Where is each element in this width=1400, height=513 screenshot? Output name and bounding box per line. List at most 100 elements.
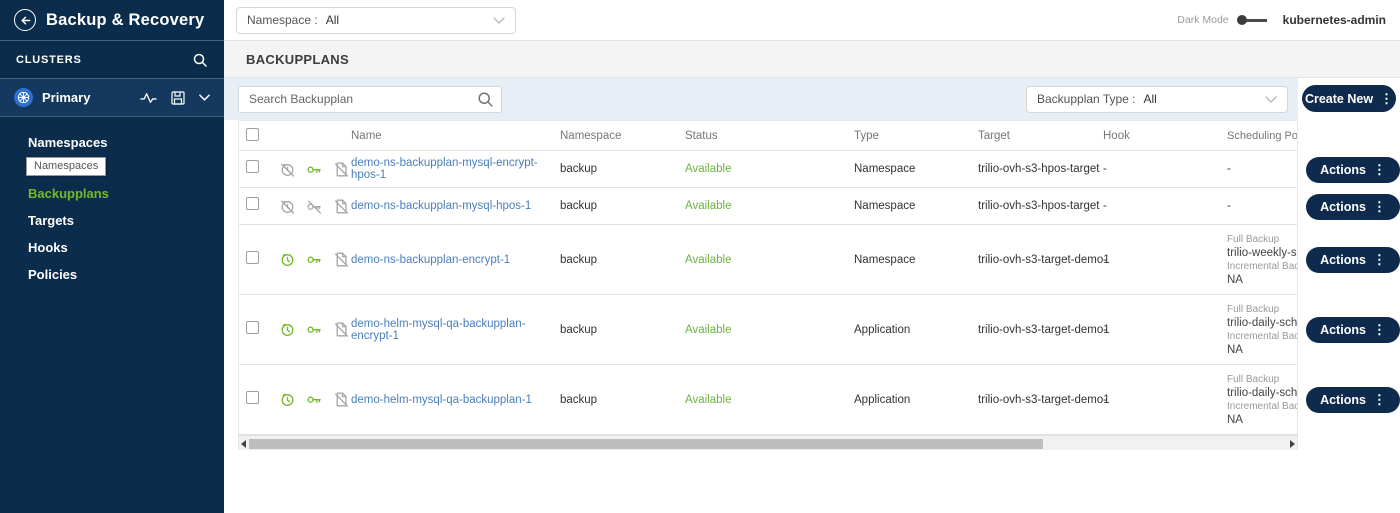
search-input[interactable] xyxy=(238,86,502,113)
file-icon xyxy=(333,321,350,338)
actions-button[interactable]: Actions⋮ xyxy=(1306,317,1400,343)
row-scheduling-policy: - xyxy=(1227,163,1298,175)
sidebar-item-backupplans[interactable]: Backupplans xyxy=(0,180,224,207)
row-namespace: backup xyxy=(560,324,685,336)
file-icon xyxy=(333,161,350,178)
backupplan-name-link[interactable]: demo-helm-mysql-qa-backupplan-1 xyxy=(351,394,532,406)
search-box xyxy=(238,86,502,113)
actions-label: Actions xyxy=(1320,163,1366,177)
app-header: Backup & Recovery xyxy=(0,0,224,41)
scheduling-policy-label: Incremental Backup xyxy=(1227,330,1298,343)
pulse-icon[interactable] xyxy=(140,91,157,105)
table-row: demo-helm-mysql-qa-backupplan-1 backup A… xyxy=(239,365,1297,435)
scroll-left-arrow-icon[interactable] xyxy=(241,440,246,448)
actions-button[interactable]: Actions⋮ xyxy=(1306,194,1400,220)
col-header-hook[interactable]: Hook xyxy=(1103,130,1227,142)
col-header-name[interactable]: Name xyxy=(351,130,560,142)
select-all-checkbox[interactable] xyxy=(246,128,259,141)
row-type: Application xyxy=(854,394,978,406)
back-icon[interactable] xyxy=(14,9,36,31)
actions-label: Actions xyxy=(1320,393,1366,407)
table-row: demo-ns-backupplan-mysql-encrypt-hpos-1 … xyxy=(239,151,1297,188)
actions-button[interactable]: Actions⋮ xyxy=(1306,247,1400,273)
schedule-icon xyxy=(279,321,296,338)
table-row: demo-ns-backupplan-encrypt-1 backup Avai… xyxy=(239,225,1297,295)
actions-column: Actions⋮Actions⋮Actions⋮Actions⋮Actions⋮ xyxy=(1298,120,1400,450)
user-menu[interactable]: kubernetes-admin xyxy=(1283,13,1386,27)
row-type: Application xyxy=(854,324,978,336)
kebab-menu-icon: ⋮ xyxy=(1373,252,1386,268)
encryption-key-icon xyxy=(306,251,323,268)
scrollbar-thumb[interactable] xyxy=(249,439,1043,449)
app-title: Backup & Recovery xyxy=(46,11,204,30)
backupplan-type-value: All xyxy=(1144,92,1157,106)
row-hook: - xyxy=(1103,394,1227,406)
filter-band: Backupplan Type : All xyxy=(224,78,1298,120)
backupplan-name-link[interactable]: demo-ns-backupplan-mysql-hpos-1 xyxy=(351,200,531,212)
row-type: Namespace xyxy=(854,200,978,212)
row-target: trilio-ovh-s3-target-demo1 xyxy=(978,324,1103,336)
file-icon xyxy=(333,251,350,268)
save-icon[interactable] xyxy=(171,91,185,105)
search-icon[interactable] xyxy=(477,91,494,108)
actions-button[interactable]: Actions⋮ xyxy=(1306,387,1400,413)
row-namespace: backup xyxy=(560,200,685,212)
backupplan-name-link[interactable]: demo-helm-mysql-qa-backupplan-encrypt-1 xyxy=(351,318,526,342)
scroll-right-arrow-icon[interactable] xyxy=(1290,440,1295,448)
dark-mode-toggle[interactable] xyxy=(1237,14,1267,26)
content: Name Namespace Status Type Target Hook S… xyxy=(238,120,1400,450)
row-checkbox[interactable] xyxy=(246,321,259,334)
main-area: Namespace : All Dark Mode kubernetes-adm… xyxy=(224,0,1400,513)
sidebar-item-namespaces[interactable]: Namespaces xyxy=(0,129,224,156)
row-hook: - xyxy=(1103,254,1227,266)
encryption-key-icon xyxy=(306,321,323,338)
backupplans-table: Name Namespace Status Type Target Hook S… xyxy=(238,120,1298,450)
create-new-button[interactable]: Create New ⋮ xyxy=(1302,85,1396,112)
chevron-down-icon xyxy=(1255,96,1277,103)
row-hook: - xyxy=(1103,163,1227,175)
namespace-filter-dropdown[interactable]: Namespace : All xyxy=(236,7,516,34)
row-checkbox[interactable] xyxy=(246,197,259,210)
row-hook: - xyxy=(1103,324,1227,336)
sidebar: Backup & Recovery CLUSTERS Primary Names… xyxy=(0,0,224,513)
col-header-scheduling-policy[interactable]: Scheduling Policy xyxy=(1227,130,1298,142)
dark-mode-label: Dark Mode xyxy=(1177,14,1228,26)
sidebar-item-policies[interactable]: Policies xyxy=(0,261,224,288)
table-header-row: Name Namespace Status Type Target Hook S… xyxy=(239,120,1297,151)
scheduling-policy-value: trilio-weekly-sche xyxy=(1227,246,1298,260)
scheduling-policy-label: Full Backup xyxy=(1227,373,1298,386)
chevron-down-icon[interactable] xyxy=(199,94,210,101)
encryption-key-icon xyxy=(306,198,323,215)
horizontal-scrollbar[interactable] xyxy=(239,435,1297,450)
status-badge: Available xyxy=(685,200,854,212)
kebab-menu-icon: ⋮ xyxy=(1373,162,1386,178)
row-type: Namespace xyxy=(854,254,978,266)
row-checkbox[interactable] xyxy=(246,251,259,264)
sidebar-item-targets[interactable]: Targets xyxy=(0,207,224,234)
scheduling-policy-label: Full Backup xyxy=(1227,233,1298,246)
col-header-status[interactable]: Status xyxy=(685,130,854,142)
status-badge: Available xyxy=(685,163,854,175)
table-row: demo-ns-backupplan-mysql-hpos-1 backup A… xyxy=(239,188,1297,225)
scheduling-policy-label: Incremental Backup xyxy=(1227,400,1298,413)
actions-button[interactable]: Actions ⋮ xyxy=(1306,157,1400,183)
backupplan-type-dropdown[interactable]: Backupplan Type : All xyxy=(1026,86,1288,113)
row-checkbox[interactable] xyxy=(246,160,259,173)
search-icon[interactable] xyxy=(192,52,208,68)
col-header-type[interactable]: Type xyxy=(854,130,978,142)
row-namespace: backup xyxy=(560,394,685,406)
backupplan-name-link[interactable]: demo-ns-backupplan-encrypt-1 xyxy=(351,254,510,266)
cluster-name: Primary xyxy=(42,90,140,105)
schedule-icon xyxy=(279,161,296,178)
clusters-label: CLUSTERS xyxy=(16,54,82,66)
scheduling-policy-label: Incremental Backup xyxy=(1227,260,1298,273)
row-checkbox[interactable] xyxy=(246,391,259,404)
col-header-target[interactable]: Target xyxy=(978,130,1103,142)
col-header-namespace[interactable]: Namespace xyxy=(560,130,685,142)
cluster-row-primary[interactable]: Primary xyxy=(0,79,224,117)
kebab-menu-icon: ⋮ xyxy=(1373,199,1386,215)
page-title: BACKUPPLANS xyxy=(246,52,349,67)
sidebar-item-hooks[interactable]: Hooks xyxy=(0,234,224,261)
backupplan-name-link[interactable]: demo-ns-backupplan-mysql-encrypt-hpos-1 xyxy=(351,157,538,181)
encryption-key-icon xyxy=(306,161,323,178)
